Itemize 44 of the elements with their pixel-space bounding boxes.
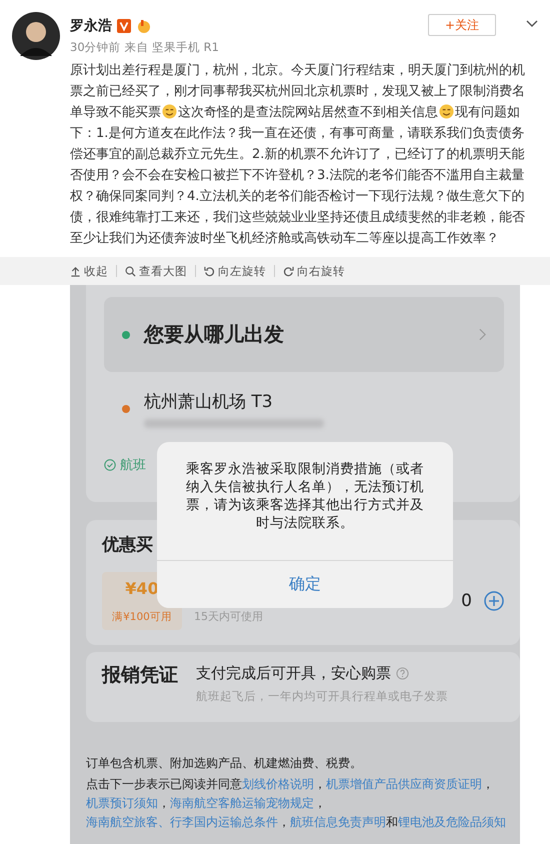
rotate-left-icon bbox=[204, 266, 215, 276]
coupon-amount: ¥40 bbox=[125, 578, 159, 600]
confirm-button[interactable]: 确定 bbox=[157, 560, 453, 608]
search-icon bbox=[125, 266, 136, 276]
section-title: 报销凭证 bbox=[102, 664, 178, 686]
location-dot bbox=[122, 405, 130, 413]
flight-note: 航班 bbox=[120, 457, 146, 474]
plus-icon[interactable] bbox=[484, 591, 504, 611]
coupon-condition: 满¥100可用 bbox=[112, 610, 172, 624]
coupon-validity: 15天内可使用 bbox=[194, 610, 264, 624]
author-name[interactable]: 罗永浩 bbox=[70, 17, 112, 35]
terms-link[interactable]: 锂电池及危险品须知 bbox=[398, 815, 506, 829]
chevron-down-icon[interactable] bbox=[526, 20, 538, 28]
level-badge-icon bbox=[136, 19, 152, 33]
terms-link[interactable]: 海南航空旅客、行李国内运输总条件 bbox=[86, 815, 278, 829]
consent-text: 点击下一步表示已阅读并同意划线价格说明，机票增值产品供应商资质证明， 机票预订须知，海南航空客舱运输宠物规定， 海南航空旅客、行李国内运输总条件，航班信息免责声明和锂电池及危险品须知 bbox=[86, 776, 507, 831]
terms-link[interactable]: 海南航空客舱运输宠物规定 bbox=[170, 796, 314, 810]
section-title: 优惠买 bbox=[102, 534, 153, 556]
post-meta: 30分钟前 来自 坚果手机 R1 bbox=[70, 40, 220, 55]
quantity-value: 0 bbox=[461, 591, 472, 611]
check-circle-icon bbox=[104, 459, 116, 471]
dialog-message: 乘客罗永浩被采取限制消费措施（或者纳入失信被执行人名单），无法预订机票，请为该乘客选择其他出行方式并及时与法院联系。 bbox=[185, 460, 425, 533]
emoji-icon bbox=[439, 104, 454, 119]
terms-link[interactable]: 机票预订须知 bbox=[86, 796, 158, 810]
post-text: 原计划出差行程是厦门，杭州，北京。今天厦门行程结束，明天厦门到杭州的机票之前已经买了，刚才同事帮我买杭州回北京机票时，发现又被上了限制消费名单导致不能买票 这次奇怪的是查法院网站居然查不到相关信息 现有问题如下：1.是何方道友在此作法？我一直在还债，有事可商量，请联系我们负责债务偿还事宜的副总裁乔立元先生。2.新的机票不允许订了，已经订了的机票明天能否使用？会不会在安检口被拦下不许登机？3.法院的老爷们能否不滥用自主裁量权？确保同案同判？4.立法机关的老爷们能否检讨一下现行法规？做生意欠下的债，很难纯靠打工来还，我们这些兢兢业业坚持还债且成绩斐然的非老赖，能否至少让我们为还债奔波时坐飞机经济舱或高铁动车二等座以提高工作效率？ bbox=[70, 62, 526, 248]
order-note: 订单包含机票、附加选购产品、机建燃油费、税费。 bbox=[86, 755, 363, 772]
toolbar-action[interactable]: 向左旋转 bbox=[204, 264, 266, 278]
chevron-right-icon bbox=[479, 328, 486, 341]
toolbar-action[interactable]: 查看大图 bbox=[125, 264, 187, 278]
invoice-text: 支付完成后可开具，安心购票 bbox=[196, 664, 391, 683]
emoji-icon bbox=[162, 104, 177, 119]
avatar[interactable] bbox=[12, 12, 60, 60]
location-dot bbox=[122, 330, 130, 338]
follow-button[interactable]: +关注 bbox=[428, 14, 496, 36]
departure-field[interactable]: 您要从哪儿出发 bbox=[104, 297, 504, 372]
terms-link[interactable]: 航班信息免责声明 bbox=[290, 815, 386, 829]
toolbar-action[interactable]: 向右旋转 bbox=[283, 264, 345, 278]
rotate-right-icon bbox=[283, 266, 294, 276]
invoice-note: 航班起飞后，一年内均可开具行程单或电子发票 bbox=[196, 689, 448, 704]
terms-link[interactable]: 划线价格说明 bbox=[242, 777, 314, 791]
terms-link[interactable]: 机票增值产品供应商资质证明 bbox=[326, 777, 482, 791]
arrival-airport[interactable]: 杭州萧山机场 T3 bbox=[144, 390, 324, 413]
toolbar-action[interactable]: 收起 bbox=[70, 264, 108, 278]
arrow-up-icon bbox=[70, 266, 81, 276]
